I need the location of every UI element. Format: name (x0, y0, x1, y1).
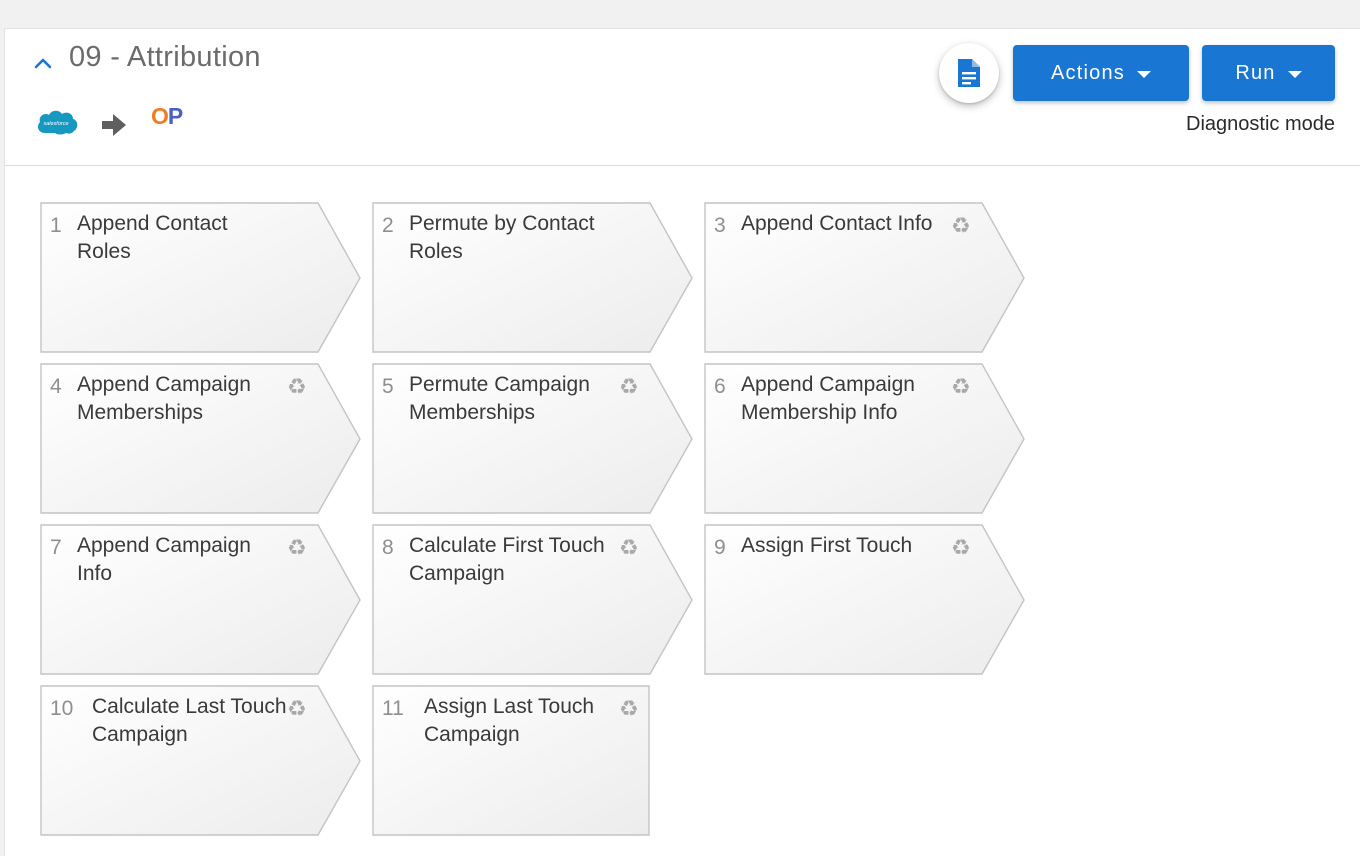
salesforce-cloud-icon: salesforce (37, 110, 78, 135)
run-button[interactable]: Run (1202, 45, 1335, 101)
op-logo-o: O (151, 103, 169, 129)
step-label: Append Campaign Memberships (77, 373, 251, 424)
step-label: Append Campaign Membership Info (741, 373, 915, 424)
step-label: Calculate First Touch Campaign (409, 534, 605, 585)
document-icon (958, 59, 980, 87)
step-label: Assign First Touch (741, 534, 913, 557)
flow-panel: 09 - Attribution salesforce OP Actions R… (4, 28, 1360, 856)
recycle-icon: ♻ (951, 374, 971, 399)
recycle-icon: ♻ (287, 535, 307, 560)
chevron-up-icon[interactable] (31, 51, 55, 75)
step-card-10[interactable]: 10 Calculate Last Touch Campaign ♻ (40, 685, 362, 837)
step-label: Append Campaign Info (77, 534, 251, 585)
op-logo: OP (151, 103, 183, 130)
step-number: 11 (382, 697, 404, 720)
documentation-button[interactable] (939, 43, 999, 103)
recycle-icon: ♻ (287, 696, 307, 721)
step-label: Append Contact Info (741, 212, 933, 235)
step-number: 8 (382, 536, 394, 559)
step-card-6[interactable]: 6 Append Campaign Membership Info ♻ (704, 363, 1026, 515)
run-button-label: Run (1235, 61, 1276, 84)
step-card-2[interactable]: 2 Permute by Contact Roles (372, 202, 694, 354)
step-card-9[interactable]: 9 Assign First Touch ♻ (704, 524, 1026, 676)
step-label: Calculate Last Touch Campaign (92, 695, 287, 746)
diagnostic-mode-toggle[interactable]: Diagnostic mode (1186, 113, 1335, 136)
step-label: Assign Last Touch Campaign (424, 695, 595, 746)
recycle-icon: ♻ (951, 213, 971, 238)
step-number: 9 (714, 536, 726, 559)
actions-button-label: Actions (1051, 61, 1125, 84)
step-number: 10 (50, 697, 74, 720)
step-number: 1 (50, 214, 62, 237)
arrow-right-icon (102, 114, 126, 136)
recycle-icon: ♻ (619, 696, 639, 721)
step-number: 4 (50, 375, 62, 398)
step-label: Permute Campaign Memberships (409, 373, 590, 424)
recycle-icon: ♻ (951, 535, 971, 560)
step-card-3[interactable]: 3 Append Contact Info ♻ (704, 202, 1026, 354)
page-title: 09 - Attribution (69, 41, 261, 73)
step-label: Permute by Contact Roles (409, 212, 595, 263)
recycle-icon: ♻ (619, 535, 639, 560)
step-number: 5 (382, 375, 394, 398)
step-card-11[interactable]: 11 Assign Last Touch Campaign ♻ (372, 685, 694, 837)
flow-header: 09 - Attribution salesforce OP Actions R… (5, 29, 1360, 166)
recycle-icon: ♻ (619, 374, 639, 399)
salesforce-logo-text: salesforce (43, 121, 68, 127)
op-logo-p: P (167, 103, 183, 129)
step-number: 3 (714, 214, 726, 237)
step-number: 7 (50, 536, 62, 559)
step-number: 2 (382, 214, 394, 237)
step-card-7[interactable]: 7 Append Campaign Info ♻ (40, 524, 362, 676)
caret-down-icon (1287, 70, 1302, 78)
step-label: Append Contact Roles (77, 212, 228, 263)
step-card-4[interactable]: 4 Append Campaign Memberships ♻ (40, 363, 362, 515)
step-card-1[interactable]: 1 Append Contact Roles (40, 202, 362, 354)
step-card-5[interactable]: 5 Permute Campaign Memberships ♻ (372, 363, 694, 515)
step-card-8[interactable]: 8 Calculate First Touch Campaign ♻ (372, 524, 694, 676)
step-number: 6 (714, 375, 726, 398)
recycle-icon: ♻ (287, 374, 307, 399)
actions-button[interactable]: Actions (1013, 45, 1189, 101)
caret-down-icon (1137, 70, 1151, 78)
